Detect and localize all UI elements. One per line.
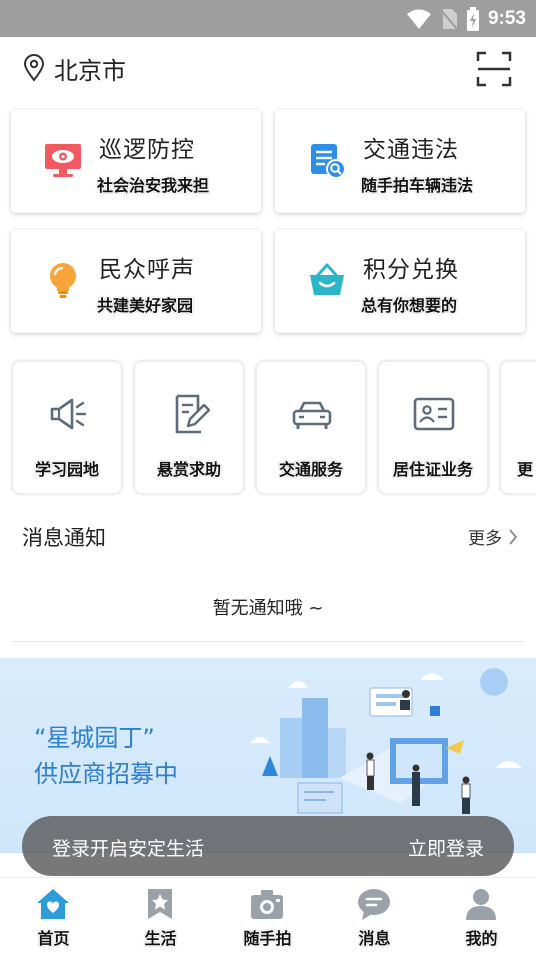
wifi-icon	[406, 9, 431, 29]
notifications-more-link[interactable]: 更多	[468, 524, 518, 549]
app-screen: 9:53 北京市 巡逻防控 社会治安我来担 交通违法 随手拍车辆违法 民众呼声 …	[0, 0, 536, 954]
status-icons: 9:53	[406, 6, 526, 32]
service-label: 交通服务	[278, 460, 343, 479]
card-traffic-violation[interactable]: 交通违法 随手拍车辆违法	[275, 110, 525, 213]
star-bookmark-icon	[148, 889, 172, 919]
monitor-eye-icon	[45, 144, 81, 177]
more-label: 更多	[468, 529, 502, 549]
service-study[interactable]: 学习园地	[12, 361, 122, 494]
notifications-title: 消息通知	[22, 526, 106, 550]
top-bar: 北京市	[0, 37, 536, 99]
card-subtitle: 社会治安我来担	[97, 176, 210, 195]
car-icon	[292, 401, 332, 429]
chat-bubble-icon	[358, 889, 390, 920]
shopping-basket-icon	[310, 263, 344, 295]
card-patrol[interactable]: 巡逻防控 社会治安我来担	[11, 110, 261, 213]
megaphone-icon	[50, 398, 87, 430]
current-city[interactable]: 北京市	[54, 51, 126, 86]
user-icon	[466, 889, 496, 920]
clock: 9:53	[487, 8, 526, 29]
bottom-tab-bar: 首页 生活 随手拍 消息 我的	[0, 877, 536, 954]
service-label: 更	[517, 460, 534, 479]
tab-label: 生活	[144, 929, 177, 948]
tab-mine[interactable]: 我的	[428, 878, 535, 954]
toast-message: 登录开启安定生活	[52, 838, 205, 860]
chevron-right-icon	[509, 528, 518, 545]
login-now-button[interactable]: 立即登录	[408, 834, 484, 861]
tab-snapshot[interactable]: 随手拍	[214, 878, 321, 954]
tab-label: 随手拍	[243, 929, 292, 948]
card-title: 交通违法	[363, 137, 459, 163]
service-more[interactable]: 更	[500, 361, 536, 494]
service-label: 居住证业务	[392, 460, 473, 479]
document-search-icon	[311, 144, 346, 179]
banner-subtitle: 供应商招募中	[34, 760, 178, 788]
banner-title: “星城园丁”	[34, 724, 155, 752]
divider	[12, 641, 524, 642]
tab-label: 消息	[358, 929, 391, 948]
camera-icon	[251, 890, 283, 919]
scan-icon[interactable]	[476, 51, 512, 87]
tab-label: 我的	[465, 929, 498, 948]
battery-icon	[466, 7, 479, 31]
card-subtitle: 随手拍车辆违法	[361, 176, 474, 195]
card-subtitle: 总有你想要的	[361, 296, 458, 315]
status-bar: 9:53	[0, 0, 536, 37]
tab-home[interactable]: 首页	[0, 878, 107, 954]
edit-document-icon	[175, 394, 211, 434]
tab-messages[interactable]: 消息	[321, 878, 428, 954]
location-pin-icon[interactable]	[22, 54, 46, 82]
id-card-icon	[413, 397, 455, 431]
tab-life[interactable]: 生活	[107, 878, 214, 954]
card-title: 民众呼声	[99, 257, 195, 283]
home-icon	[37, 889, 69, 919]
service-residence-permit[interactable]: 居住证业务	[378, 361, 488, 494]
card-title: 积分兑换	[363, 257, 459, 283]
lightbulb-icon	[50, 263, 76, 298]
card-title: 巡逻防控	[99, 137, 195, 163]
notifications-empty-text: 暂无通知哦 ~	[212, 598, 324, 619]
card-public-voice[interactable]: 民众呼声 共建美好家园	[11, 230, 261, 333]
service-label: 悬赏求助	[156, 460, 221, 479]
service-label: 学习园地	[34, 460, 99, 479]
card-subtitle: 共建美好家园	[97, 296, 194, 315]
tab-label: 首页	[37, 929, 70, 948]
service-reward-help[interactable]: 悬赏求助	[134, 361, 244, 494]
card-points-exchange[interactable]: 积分兑换 总有你想要的	[275, 230, 525, 333]
login-toast: 登录开启安定生活 立即登录	[22, 816, 514, 876]
service-traffic[interactable]: 交通服务	[256, 361, 366, 494]
no-sim-icon	[440, 9, 458, 30]
